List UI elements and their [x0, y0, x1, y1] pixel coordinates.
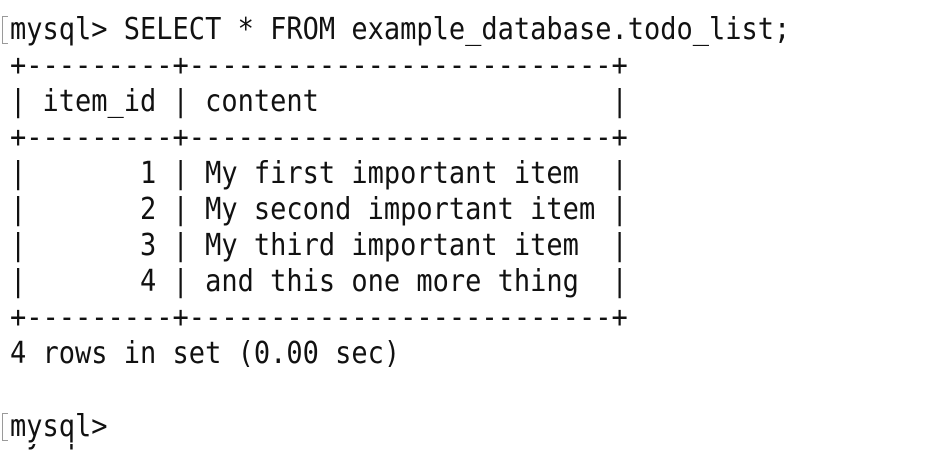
prompt-line[interactable]: mysql>	[10, 409, 108, 445]
table-row: | 1 | My first important item |	[10, 156, 628, 191]
table-row: | 4 | and this one more thing |	[10, 264, 628, 299]
table-header-row: | item_id | content |	[10, 84, 628, 119]
partial-line-clip: mysql> exit	[0, 444, 930, 452]
table-row: | 3 | My third important item |	[10, 228, 628, 263]
command-line: mysql> SELECT * FROM example_database.to…	[10, 12, 791, 47]
table-row: | 2 | My second important item |	[10, 192, 628, 227]
table-border-top: +---------+--------------------------+	[10, 48, 628, 83]
prompt-mark-icon	[2, 413, 8, 441]
result-summary: 4 rows in set (0.00 sec)	[10, 336, 401, 371]
prompt-mark-icon	[2, 16, 8, 44]
table-border-bottom: +---------+--------------------------+	[10, 300, 628, 335]
table-border-header: +---------+--------------------------+	[10, 120, 628, 155]
terminal-window[interactable]: mysql> SELECT * FROM example_database.to…	[0, 0, 930, 452]
partial-line: mysql> exit	[10, 444, 189, 452]
